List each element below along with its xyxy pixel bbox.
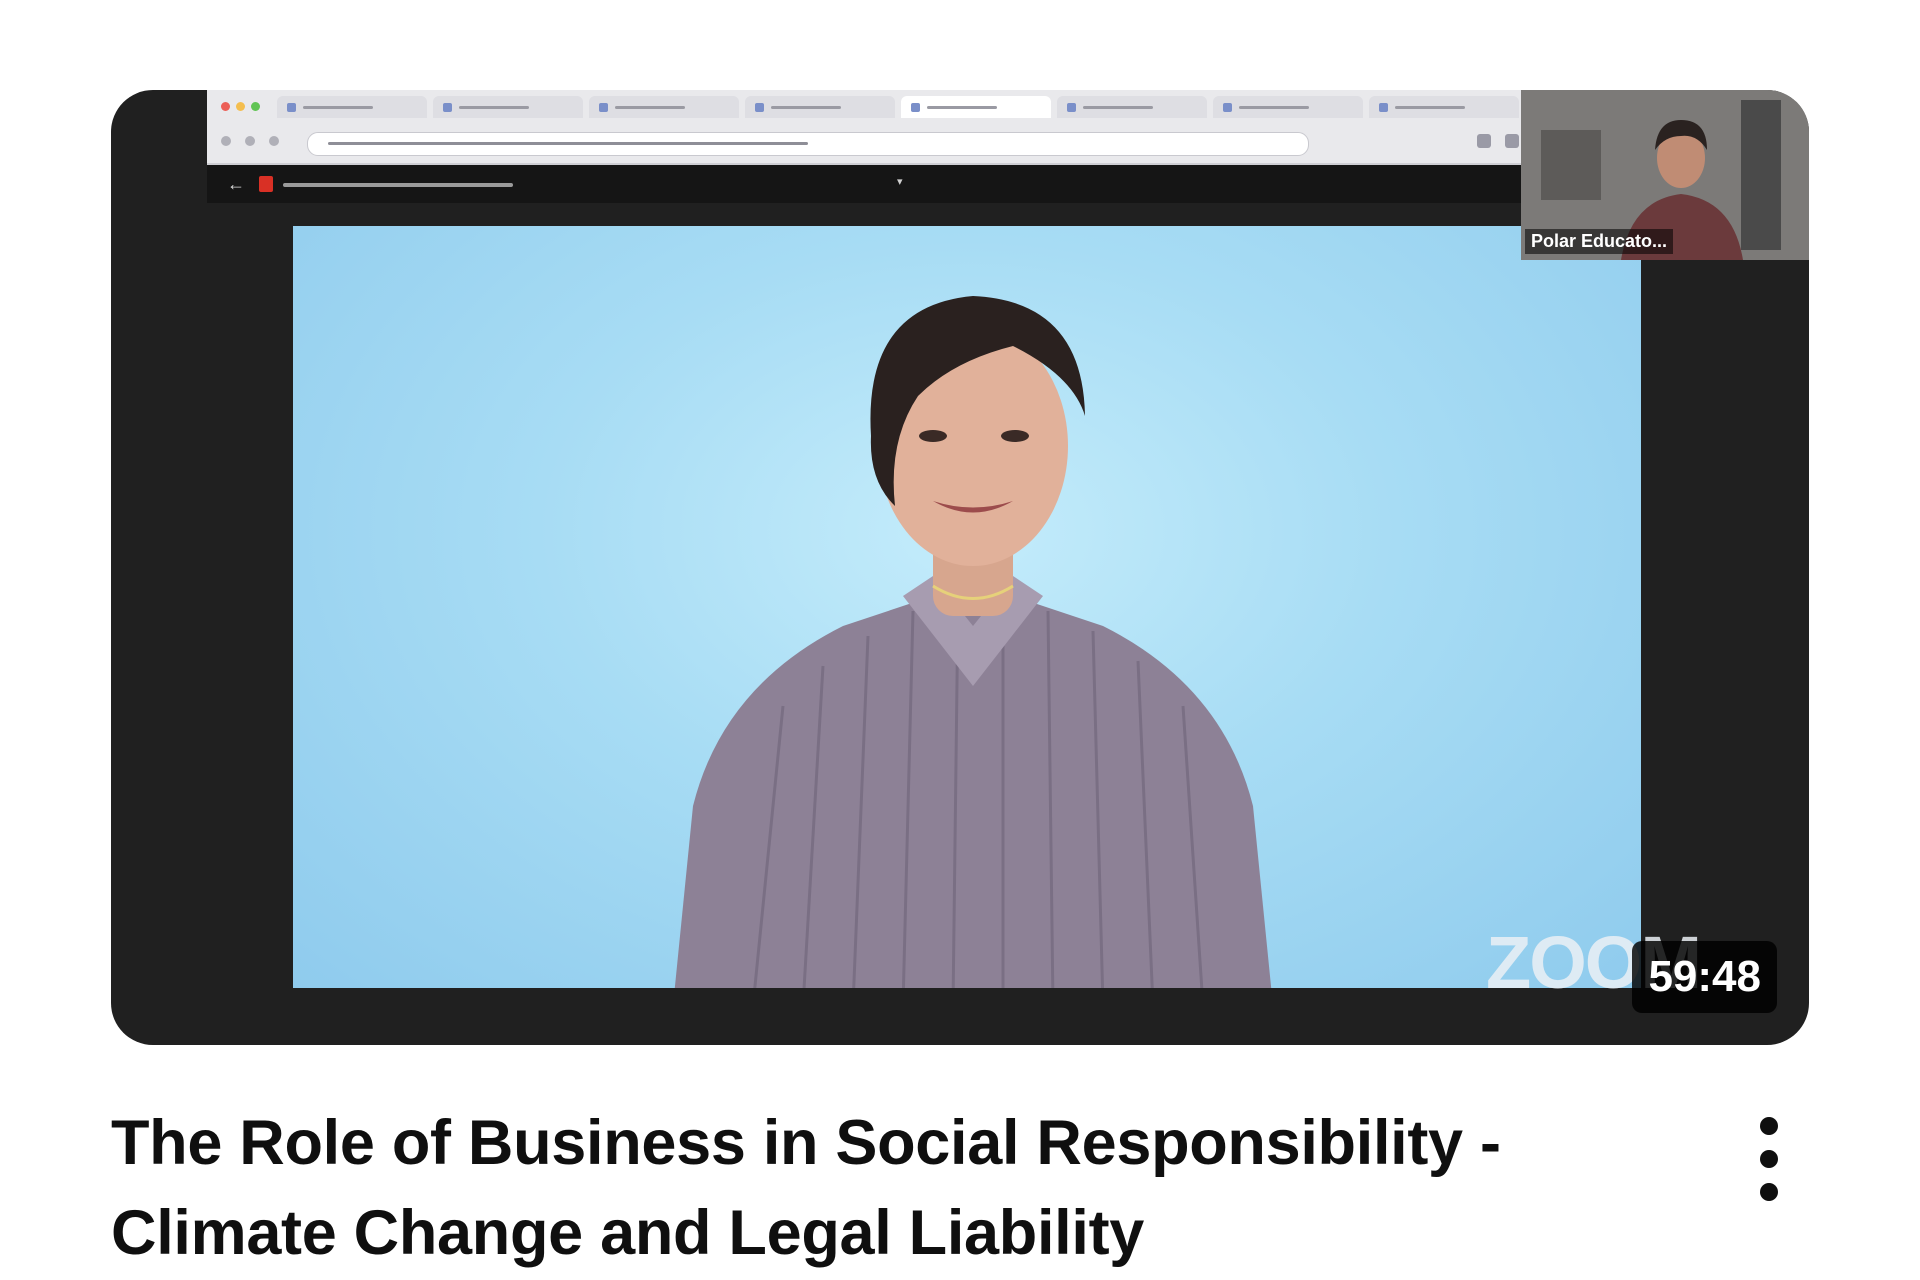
open-with-menu-icon: ▾: [897, 176, 903, 188]
more-vert-icon[interactable]: [1747, 1117, 1791, 1201]
browser-tab: [589, 96, 739, 118]
viewer-header: ← ▾: [207, 165, 1623, 203]
window-controls: [221, 102, 260, 111]
participant-name: Polar Educato...: [1525, 229, 1674, 254]
speaker-video: [293, 226, 1641, 988]
browser-tabs: [277, 96, 1623, 118]
browser-tab: [1057, 96, 1207, 118]
duration-badge: 59:48: [1632, 941, 1777, 1013]
file-name-placeholder: [283, 183, 513, 187]
browser-tab: [1213, 96, 1363, 118]
video-title[interactable]: The Role of Business in Social Responsib…: [111, 1098, 1711, 1278]
browser-tab: [1369, 96, 1519, 118]
file-icon: [259, 176, 273, 192]
video-thumbnail[interactable]: ← ▾ ZOOM Polar Educato... 59:48: [111, 90, 1809, 1045]
address-bar: [307, 132, 1309, 156]
browser-nav-icons: [221, 136, 279, 146]
browser-tab: [277, 96, 427, 118]
browser-tab: [745, 96, 895, 118]
shared-browser-bar: [207, 90, 1623, 165]
browser-tab: [433, 96, 583, 118]
browser-tab-active: [901, 96, 1051, 118]
speaker-figure: [674, 296, 1272, 988]
back-arrow-icon: ←: [227, 174, 245, 194]
participant-tile: Polar Educato...: [1521, 90, 1809, 260]
